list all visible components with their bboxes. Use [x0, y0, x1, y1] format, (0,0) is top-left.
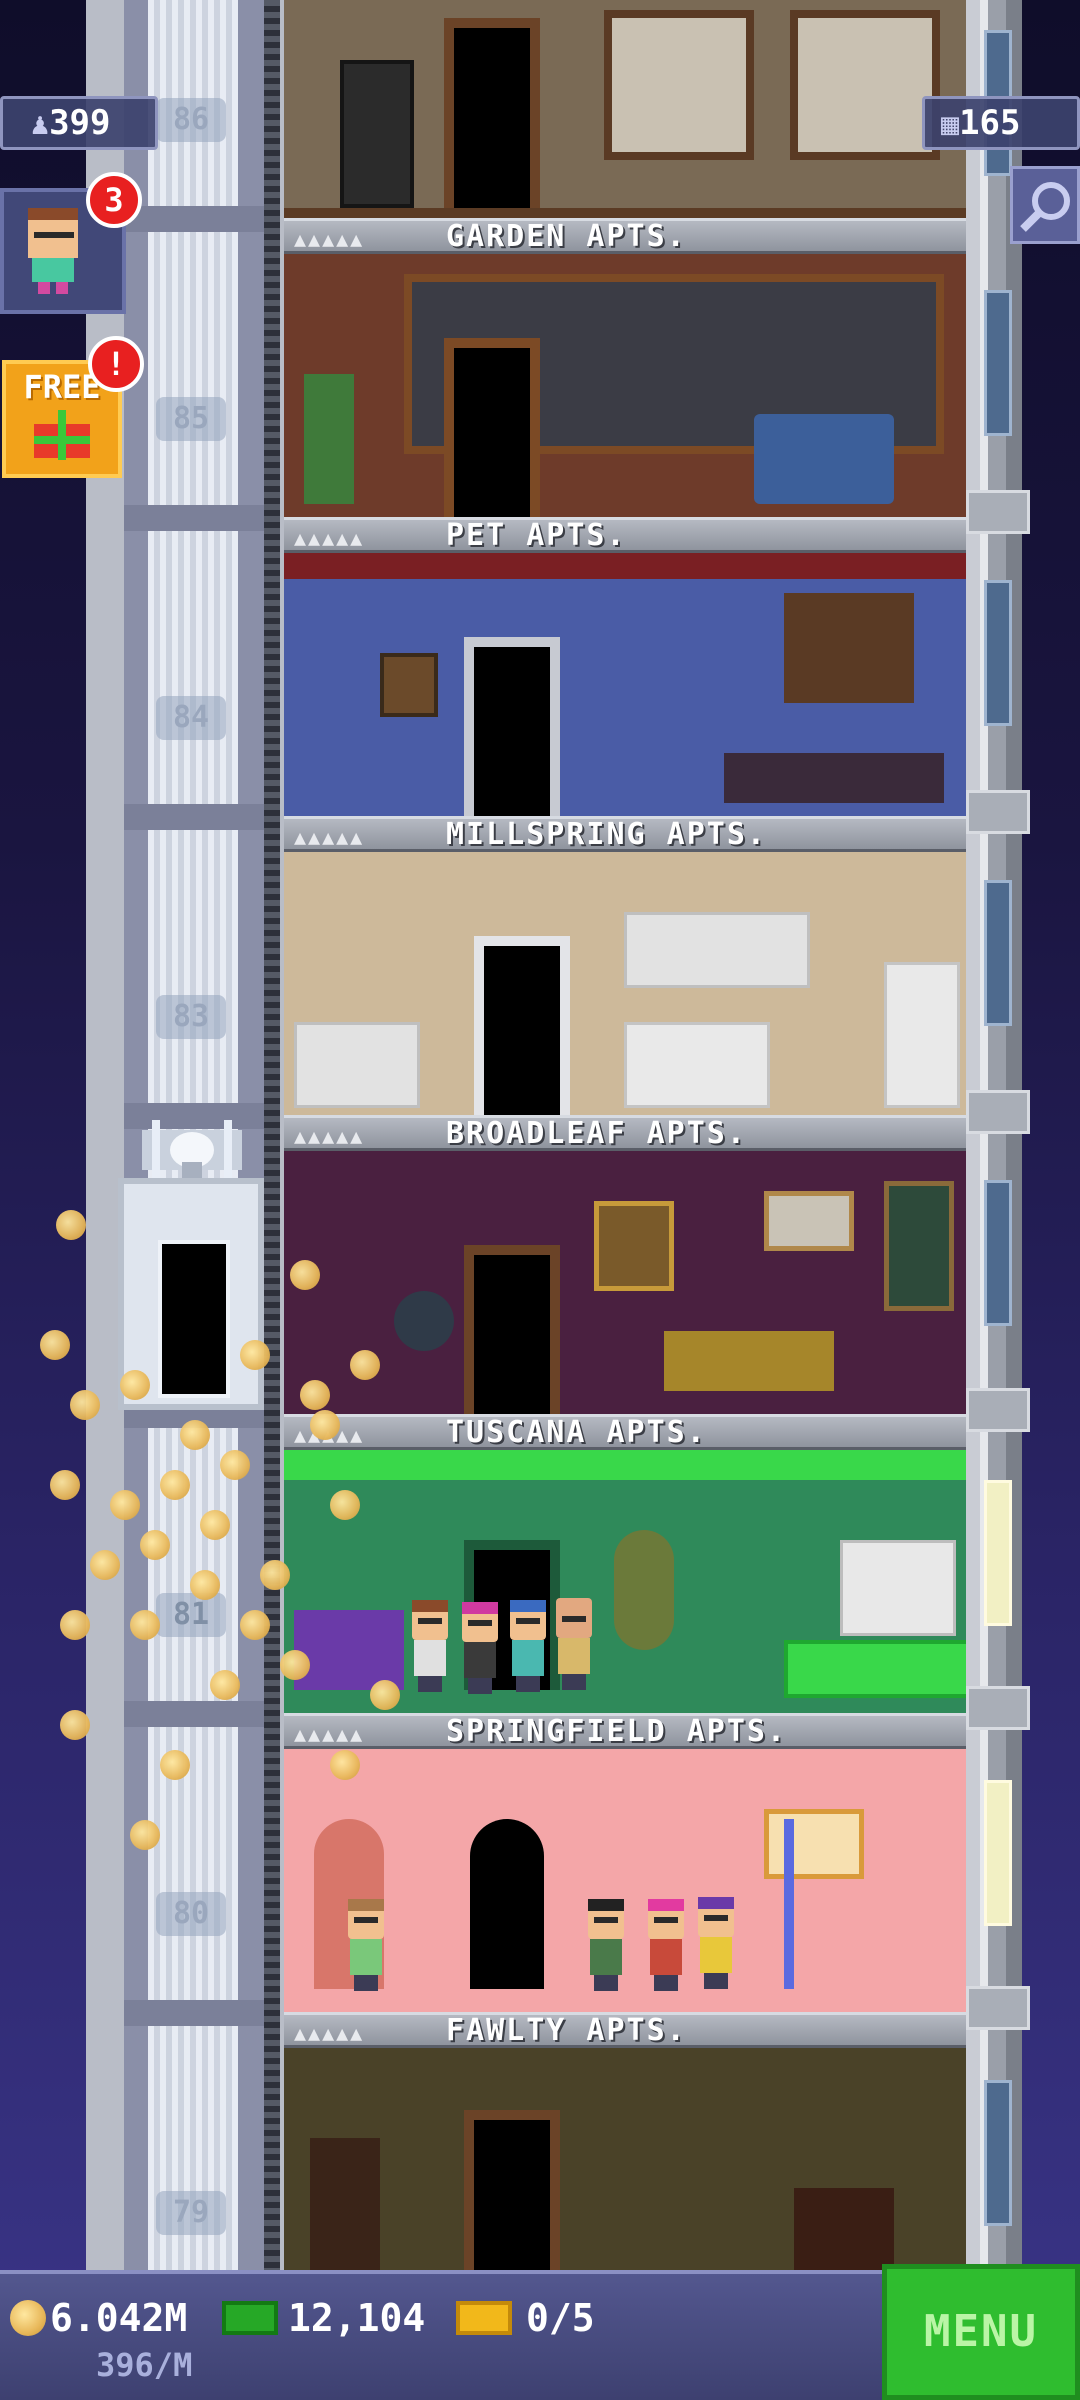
elevator-rail — [264, 0, 280, 2270]
tower-window — [984, 1480, 1012, 1626]
tower-bracket — [966, 1090, 1030, 1134]
floor-banner[interactable]: ▲▲▲▲▲ FAWLTY APTS. — [284, 2012, 966, 2048]
rating-stars: ▲▲▲▲▲ — [294, 526, 365, 550]
tower-bracket — [966, 1686, 1030, 1730]
rating-stars: ▲▲▲▲▲ — [294, 1124, 365, 1148]
floor-number: 86 — [156, 98, 226, 142]
tenant[interactable] — [344, 1899, 388, 1991]
floor-banner[interactable]: ▲▲▲▲▲ MILLSPRING APTS. — [284, 816, 966, 852]
floor-name: MILLSPRING APTS. — [446, 817, 767, 852]
shaft-divider — [124, 804, 264, 830]
tower-bracket — [966, 1388, 1030, 1432]
person-icon: ♟ — [31, 107, 50, 142]
floor-name: FAWLTY APTS. — [446, 2013, 687, 2048]
floor-number: 83 — [156, 995, 226, 1039]
tenant[interactable] — [584, 1899, 628, 1991]
floor-86-room[interactable] — [284, 0, 966, 218]
population-display[interactable]: ♟399 — [0, 96, 158, 150]
coin-shower — [0, 1190, 460, 1870]
coins-display[interactable]: 6.042M — [10, 2296, 187, 2340]
floor-banner[interactable]: ▲▲▲▲▲ PET APTS. — [284, 517, 966, 553]
tower-window — [984, 290, 1012, 436]
bux-amount: 12,104 — [288, 2296, 426, 2340]
floor-84-room[interactable] — [284, 553, 966, 827]
bux-display[interactable]: 12,104 — [222, 2296, 425, 2340]
tower-bracket — [966, 1986, 1030, 2030]
floor-banner[interactable]: ▲▲▲▲▲ GARDEN APTS. — [284, 218, 966, 254]
rating-stars: ▲▲▲▲▲ — [294, 2021, 365, 2045]
tenant[interactable] — [644, 1899, 688, 1991]
rating-stars: ▲▲▲▲▲ — [294, 825, 365, 849]
tenant[interactable] — [694, 1897, 738, 1989]
floor-85-room[interactable] — [284, 254, 966, 528]
search-icon — [1020, 182, 1070, 232]
population-count: 399 — [49, 103, 111, 143]
floor-name: GARDEN APTS. — [446, 219, 687, 254]
tenant[interactable] — [458, 1602, 502, 1694]
gift-icon — [34, 410, 90, 460]
floors-icon: ▦ — [941, 107, 960, 142]
tickets-amount: 0/5 — [526, 2296, 595, 2340]
floor-number: 79 — [156, 2191, 226, 2235]
floors-count: 165 — [959, 103, 1021, 143]
floor-83-room[interactable] — [284, 852, 966, 1126]
floors-display[interactable]: ▦165 — [922, 96, 1080, 150]
ticket-icon — [456, 2301, 512, 2335]
floor-banner[interactable]: ▲▲▲▲▲ BROADLEAF APTS. — [284, 1115, 966, 1151]
tower-window — [984, 580, 1012, 726]
coins-amount: 6.042M — [50, 2296, 188, 2340]
tower-bracket — [966, 490, 1030, 534]
elevator-winch — [142, 1120, 242, 1180]
coin-icon — [10, 2300, 46, 2336]
shaft-divider — [124, 206, 264, 232]
tower-bracket — [966, 790, 1030, 834]
menu-button[interactable]: MENU — [882, 2264, 1080, 2400]
bux-icon — [222, 2301, 278, 2335]
tower-window — [984, 880, 1012, 1026]
floor-79-room[interactable] — [284, 2048, 966, 2270]
shaft-divider — [124, 2000, 264, 2026]
search-button[interactable] — [1010, 166, 1080, 244]
tenant[interactable] — [552, 1598, 596, 1690]
tickets-display[interactable]: 0/5 — [456, 2296, 595, 2340]
floor-name: BROADLEAF APTS. — [446, 1116, 747, 1151]
rating-stars: ▲▲▲▲▲ — [294, 227, 365, 251]
floor-name: TUSCANA APTS. — [446, 1415, 707, 1450]
tower-window — [984, 2080, 1012, 2226]
floor-number: 80 — [156, 1892, 226, 1936]
tower-window — [984, 1180, 1012, 1326]
floor-name: PET APTS. — [446, 518, 627, 553]
floor-number: 85 — [156, 397, 226, 441]
notification-badge: 3 — [86, 172, 142, 228]
tenant[interactable] — [506, 1600, 550, 1692]
shaft-divider — [124, 505, 264, 531]
floor-number: 84 — [156, 696, 226, 740]
tower-window — [984, 1780, 1012, 1926]
floor-name: SPRINGFIELD APTS. — [446, 1714, 788, 1749]
free-gift-alert-badge: ! — [88, 336, 144, 392]
income-rate: 396/M — [96, 2346, 193, 2384]
